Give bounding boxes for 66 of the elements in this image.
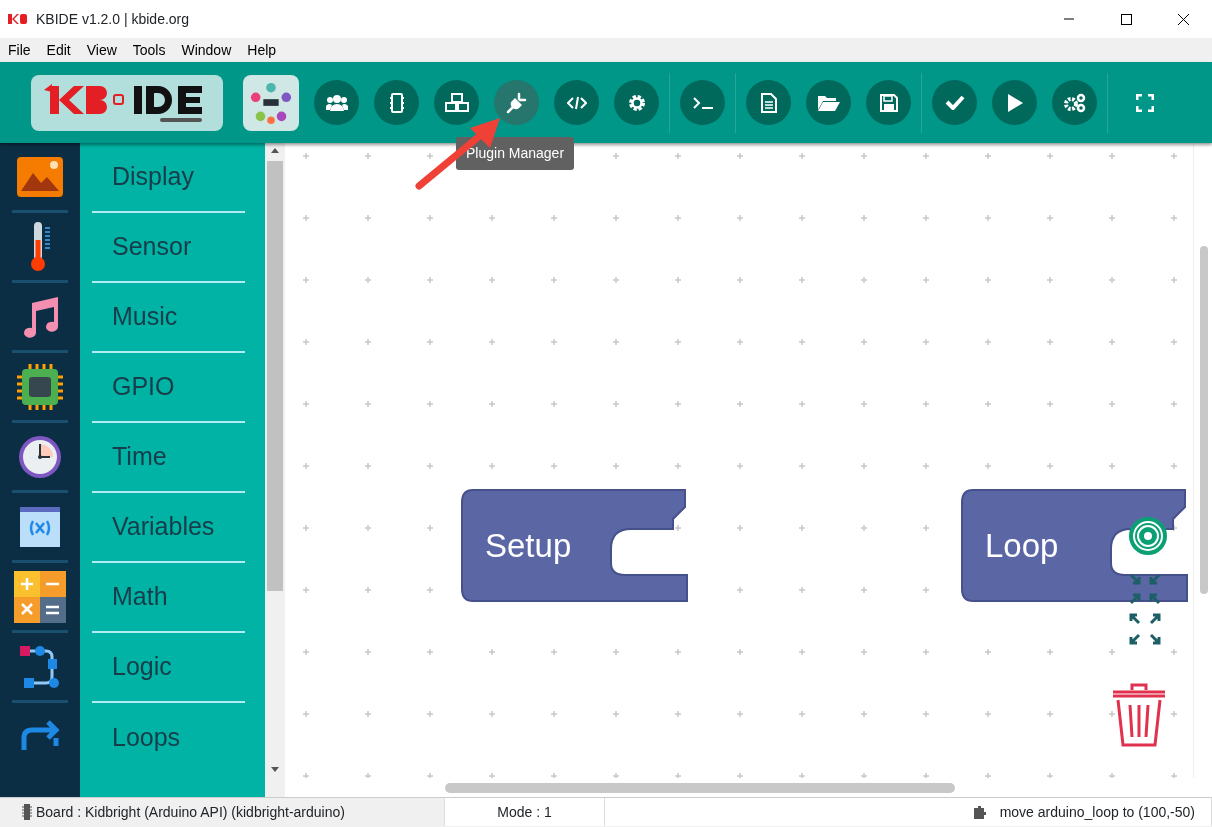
code-icon xyxy=(566,95,587,110)
folder-button[interactable] xyxy=(806,80,851,125)
plug-button[interactable] xyxy=(494,80,539,125)
scrollbar-thumb[interactable] xyxy=(267,161,283,591)
users-icon xyxy=(325,93,348,112)
fullscreen-icon xyxy=(1135,93,1154,112)
settings-button[interactable] xyxy=(614,80,659,125)
check-button[interactable] xyxy=(932,80,977,125)
category-item[interactable]: Display xyxy=(92,143,245,213)
settings-icon xyxy=(627,93,646,112)
folder-icon xyxy=(816,93,841,112)
menu-item[interactable]: Window xyxy=(173,38,240,62)
clock-icon[interactable] xyxy=(17,433,63,480)
code-button[interactable] xyxy=(554,80,599,125)
app-logo-icon xyxy=(8,13,28,25)
menu-item[interactable]: Help xyxy=(239,38,285,62)
category-item[interactable]: Math xyxy=(92,563,245,633)
users-button[interactable] xyxy=(314,80,359,125)
trash-icon[interactable] xyxy=(1113,683,1165,747)
save-icon xyxy=(879,93,898,112)
menu-item[interactable]: Edit xyxy=(38,38,79,62)
maximize-icon xyxy=(1121,13,1132,25)
code-block[interactable]: Setup xyxy=(461,489,689,603)
gears-icon xyxy=(1062,92,1087,113)
file-button[interactable] xyxy=(746,80,791,125)
code-block[interactable]: Loop xyxy=(961,489,1189,603)
chip-icon[interactable] xyxy=(17,363,63,410)
menu-item[interactable]: Tools xyxy=(124,38,174,62)
calculator-icon[interactable] xyxy=(14,570,66,623)
variable-icon[interactable] xyxy=(20,506,60,547)
scrollbar-thumb[interactable] xyxy=(445,783,955,793)
category-item[interactable]: Logic xyxy=(92,633,245,703)
category-item[interactable]: Sensor xyxy=(92,213,245,283)
play-button[interactable] xyxy=(992,80,1037,125)
cubes-button[interactable] xyxy=(434,80,479,125)
picture-icon[interactable] xyxy=(17,156,63,197)
terminal-icon xyxy=(691,95,714,110)
category-item[interactable]: Loops xyxy=(92,703,245,773)
puzzle-icon xyxy=(971,804,988,820)
scrollbar-thumb[interactable] xyxy=(1200,246,1208,594)
status-message: move arduino_loop to (100,-50) xyxy=(999,802,1195,822)
category-item[interactable]: GPIO xyxy=(92,353,245,423)
board-status: Board : Kidbright (Arduino API) (kidbright-arduino) xyxy=(36,802,345,822)
chip-icon xyxy=(389,92,404,113)
gears-button[interactable] xyxy=(1052,80,1097,125)
file-icon xyxy=(760,92,777,113)
play-icon xyxy=(1005,92,1024,113)
category-item[interactable]: Variables xyxy=(92,493,245,563)
mode-status: Mode : 1 xyxy=(497,802,552,822)
chip-icon xyxy=(22,804,32,820)
terminal-button[interactable] xyxy=(680,80,725,125)
cubes-icon xyxy=(444,92,469,113)
window-title: KBIDE v1.2.0 | kbide.org xyxy=(36,9,190,29)
thermometer-icon[interactable] xyxy=(28,221,52,272)
category-item[interactable]: Time xyxy=(92,423,245,493)
close-icon xyxy=(1178,13,1189,25)
menu-item[interactable]: File xyxy=(0,38,39,62)
save-button[interactable] xyxy=(866,80,911,125)
check-icon xyxy=(944,95,965,110)
chip-button[interactable] xyxy=(374,80,419,125)
category-item[interactable]: Music xyxy=(92,283,245,353)
plug-icon xyxy=(505,91,528,114)
community-logo-button[interactable] xyxy=(243,74,299,131)
tooltip: Plugin Manager xyxy=(456,137,575,170)
flowchart-icon[interactable] xyxy=(18,644,62,689)
menu-item[interactable]: View xyxy=(78,38,125,62)
